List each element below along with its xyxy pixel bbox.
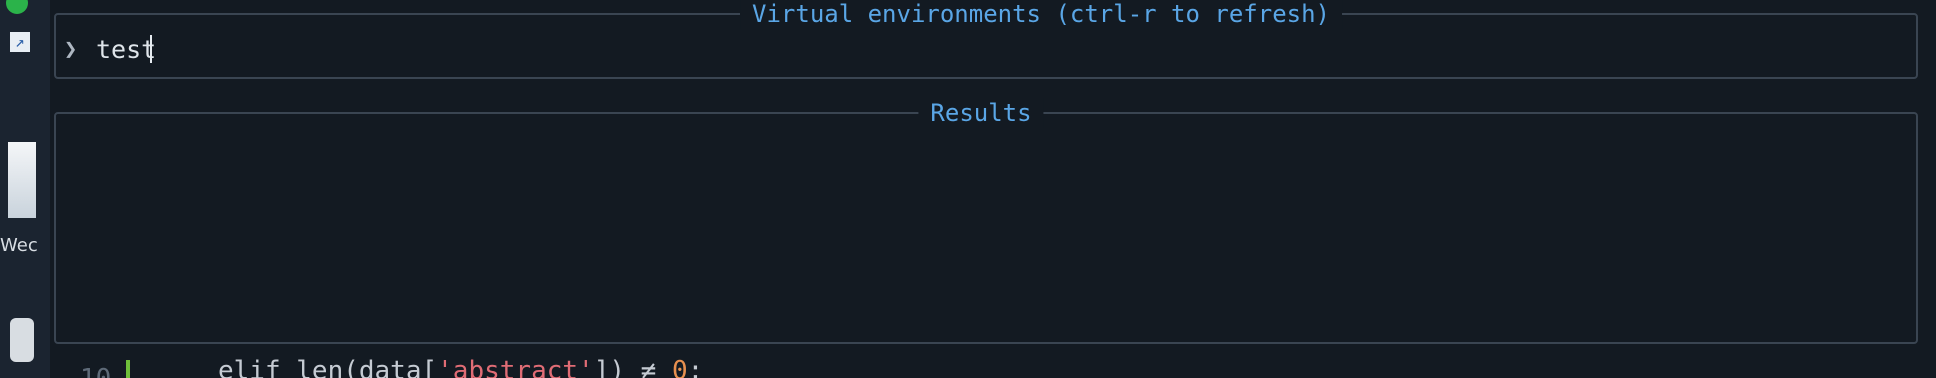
git-change-marker: [126, 360, 130, 378]
line-number: 10: [80, 364, 111, 378]
desktop-app-icon[interactable]: [10, 318, 34, 362]
code-number-literal: 0: [671, 356, 688, 378]
terminal-window: Virtual environments (ctrl-r to refresh)…: [50, 0, 1936, 378]
code-string-literal: 'abstract': [437, 356, 594, 378]
desktop-icon-label: Wec: [0, 235, 38, 256]
chevron-right-icon: ❯: [64, 36, 78, 62]
code-segment: elif len(data[: [218, 356, 438, 378]
results-panel-title: Results: [918, 98, 1044, 128]
app-icon[interactable]: [6, 0, 28, 14]
search-panel-title: Virtual environments (ctrl-r to refresh): [740, 0, 1342, 29]
search-panel: Virtual environments (ctrl-r to refresh)…: [54, 0, 1918, 79]
results-panel[interactable]: Results: [54, 98, 1918, 344]
text-cursor: [150, 35, 152, 63]
desktop-file-icon[interactable]: [8, 142, 36, 218]
shortcut-arrow-icon[interactable]: ↗: [10, 32, 30, 52]
screen: ↗ Wec Virtual environments (ctrl-r to re…: [0, 0, 1936, 378]
code-segment: ]) ≠: [593, 356, 672, 378]
prompt-row: ❯: [64, 33, 156, 65]
code-text: elif len(data['abstract']) ≠ 0:: [218, 356, 703, 378]
search-input[interactable]: [90, 34, 156, 64]
code-segment: :: [687, 356, 704, 378]
desktop-strip: ↗ Wec: [0, 0, 50, 378]
code-line: 10 elif len(data['abstract']) ≠ 0:: [50, 356, 1936, 378]
